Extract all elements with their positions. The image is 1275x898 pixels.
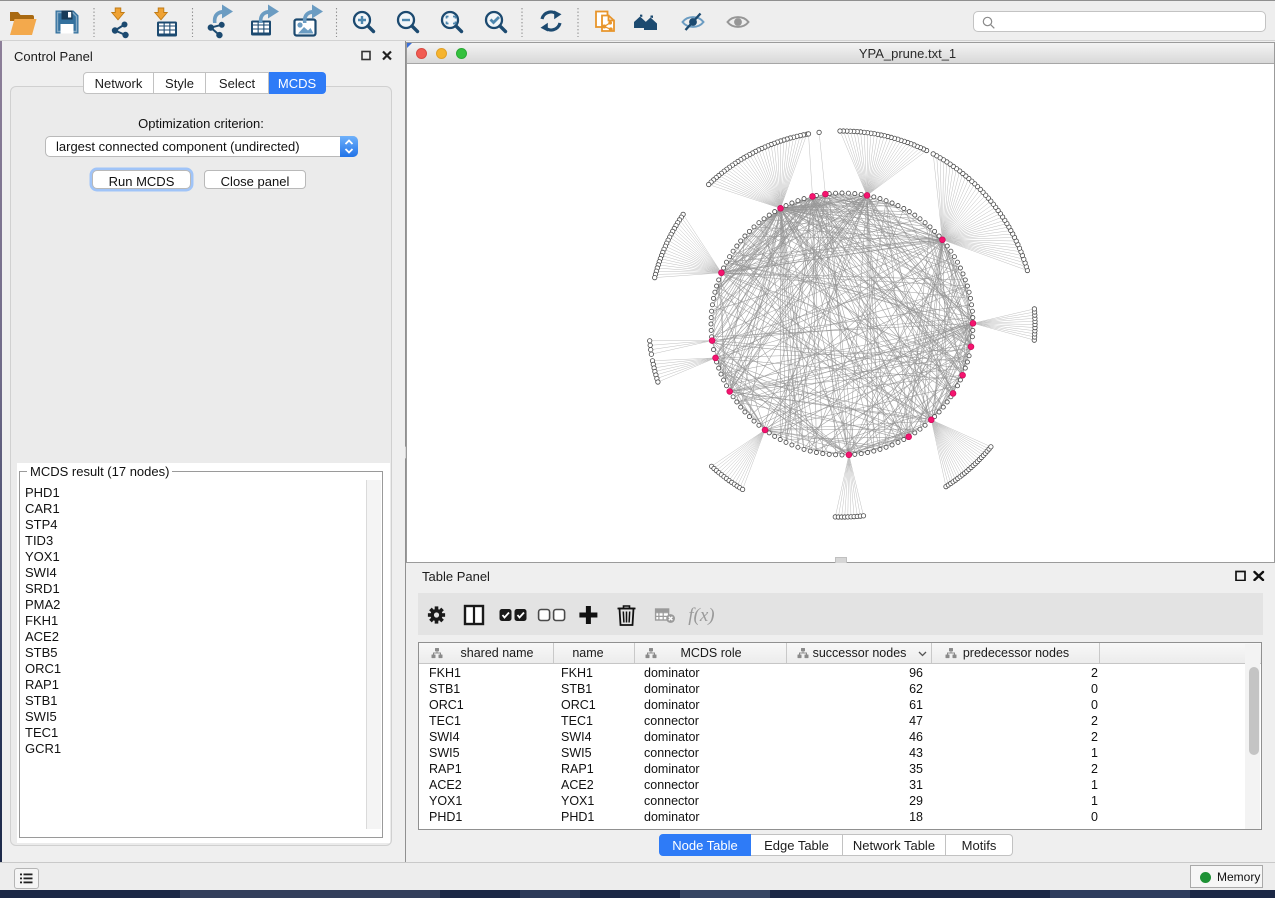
svg-text:f(x): f(x)	[688, 605, 714, 626]
